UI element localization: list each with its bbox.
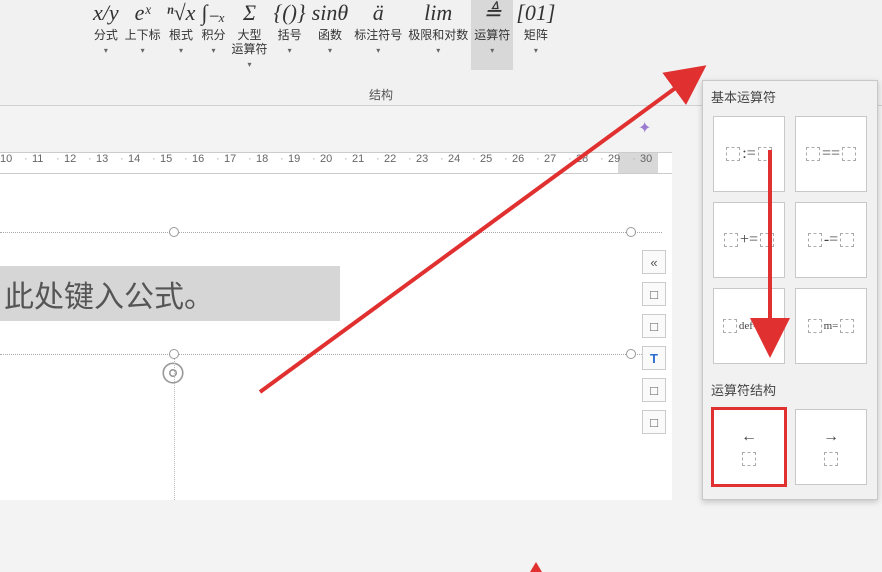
format-mini-button-3[interactable]: T bbox=[642, 346, 666, 370]
ribbon-group-8[interactable]: lim 极限和对数 ▾ bbox=[405, 0, 471, 70]
ribbon-group-9[interactable]: ≜ 运算符 ▾ bbox=[471, 0, 513, 70]
panel-section-basic-title: 基本运算符 bbox=[703, 81, 877, 110]
dropdown-caret-icon: ▾ bbox=[376, 46, 380, 55]
basic-operator-cell-1[interactable]: == bbox=[795, 116, 867, 192]
operator-structure-cell-1[interactable]: → bbox=[795, 409, 867, 485]
ribbon-symbol-icon: ä bbox=[373, 0, 384, 26]
basic-operator-grid: :===+=-=def=m= bbox=[703, 110, 877, 374]
format-mini-button-1[interactable]: □ bbox=[642, 282, 666, 306]
basic-operator-cell-3[interactable]: -= bbox=[795, 202, 867, 278]
ribbon-symbol-icon: eˣ bbox=[135, 0, 151, 26]
basic-operator-cell-5[interactable]: m= bbox=[795, 288, 867, 364]
ribbon-group-3[interactable]: ∫₋ₓ 积分 ▾ bbox=[198, 0, 228, 70]
dropdown-caret-icon: ▾ bbox=[104, 46, 108, 55]
arrow-left-icon: ← bbox=[741, 428, 757, 446]
equation-placeholder-box[interactable]: 此处键入公式。 bbox=[0, 266, 340, 321]
equation-placeholder-text: 此处键入公式。 bbox=[4, 272, 214, 316]
ribbon-group-label: 大型 运算符 bbox=[231, 28, 267, 56]
ribbon-group-7[interactable]: ä 标注符号 ▾ bbox=[351, 0, 405, 70]
selection-handle-bottom-right[interactable] bbox=[626, 349, 636, 359]
ribbon-symbol-icon: lim bbox=[424, 0, 452, 26]
selection-handle-top[interactable] bbox=[169, 227, 179, 237]
ribbon-section-label: 结构 bbox=[90, 86, 672, 103]
ribbon-group-0[interactable]: x/y 分式 ▾ bbox=[90, 0, 122, 70]
ribbon-group-label: 分式 bbox=[94, 28, 118, 42]
ribbon-group-1[interactable]: eˣ 上下标 ▾ bbox=[122, 0, 164, 70]
dropdown-caret-icon: ▾ bbox=[247, 60, 251, 69]
ribbon-symbol-icon: [01] bbox=[516, 0, 555, 26]
selection-handle-top-right[interactable] bbox=[626, 227, 636, 237]
textbox-top-edge bbox=[0, 232, 662, 233]
panel-section-struct-title: 运算符结构 bbox=[703, 374, 877, 403]
operator-dropdown-panel: 基本运算符 :===+=-=def=m= 运算符结构 ←→ bbox=[702, 80, 878, 500]
format-mini-button-2[interactable]: □ bbox=[642, 314, 666, 338]
dropdown-caret-icon: ▾ bbox=[288, 46, 292, 55]
ribbon-symbol-icon: ⁿ√x bbox=[167, 0, 196, 26]
basic-operator-cell-2[interactable]: += bbox=[713, 202, 785, 278]
operator-structure-cell-0[interactable]: ← bbox=[713, 409, 785, 485]
ribbon-group-10[interactable]: [01] 矩阵 ▾ bbox=[513, 0, 558, 70]
basic-operator-cell-4[interactable]: def= bbox=[713, 288, 785, 364]
ribbon-symbol-icon: x/y bbox=[93, 0, 119, 26]
ribbon-group-label: 上下标 bbox=[125, 28, 161, 42]
dropdown-caret-icon: ▾ bbox=[436, 46, 440, 55]
horizontal-ruler[interactable]: 1011121314151617181920212223242526272829… bbox=[0, 152, 672, 174]
textbox-bottom-edge bbox=[0, 354, 662, 355]
format-mini-button-5[interactable]: □ bbox=[642, 410, 666, 434]
arrow-right-icon: → bbox=[823, 428, 839, 446]
selection-handle-bottom[interactable] bbox=[169, 349, 179, 359]
floating-format-toolbar: « □ □ T □ □ bbox=[642, 250, 668, 434]
ruler-tick: 30 bbox=[640, 153, 672, 165]
ribbon-group-label: 矩阵 bbox=[524, 28, 548, 42]
ribbon-group-label: 积分 bbox=[201, 28, 225, 42]
ribbon-group-label: 根式 bbox=[169, 28, 193, 42]
slide-canvas[interactable]: 此处键入公式。 bbox=[0, 174, 672, 500]
ribbon-group-label: 运算符 bbox=[474, 28, 510, 42]
format-mini-button-4[interactable]: □ bbox=[642, 378, 666, 402]
ribbon-group-4[interactable]: Σ大型 运算符 ▾ bbox=[228, 0, 270, 70]
effects-star-icon[interactable]: ✦ bbox=[638, 118, 651, 138]
ribbon-group-label: 极限和对数 bbox=[408, 28, 468, 42]
ribbon-group-label: 函数 bbox=[318, 28, 342, 42]
ribbon-structure-groups: x/y分式▾eˣ上下标▾ⁿ√x根式▾∫₋ₓ积分▾Σ大型 运算符▾{()}括号▾s… bbox=[90, 0, 558, 70]
ribbon-symbol-icon: {()} bbox=[273, 0, 305, 26]
format-mini-button-0[interactable]: « bbox=[642, 250, 666, 274]
operator-structure-grid: ←→ bbox=[703, 403, 877, 495]
ribbon-group-label: 标注符号 bbox=[354, 28, 402, 42]
dropdown-caret-icon: ▾ bbox=[141, 46, 145, 55]
ribbon-group-2[interactable]: ⁿ√x 根式 ▾ bbox=[164, 0, 199, 70]
dropdown-caret-icon: ▾ bbox=[179, 46, 183, 55]
annotation-triangle-icon bbox=[530, 562, 542, 572]
ribbon-group-label: 括号 bbox=[278, 28, 302, 42]
ribbon-group-5[interactable]: {()} 括号 ▾ bbox=[270, 0, 308, 70]
ribbon-symbol-icon: sinθ bbox=[312, 0, 348, 26]
dropdown-caret-icon: ▾ bbox=[328, 46, 332, 55]
ribbon-symbol-icon: ∫₋ₓ bbox=[202, 0, 226, 26]
rotation-handle-icon[interactable] bbox=[160, 360, 186, 386]
ribbon-group-6[interactable]: sinθ 函数 ▾ bbox=[309, 0, 351, 70]
ribbon-symbol-icon: Σ bbox=[243, 0, 256, 26]
dropdown-caret-icon: ▾ bbox=[211, 46, 215, 55]
basic-operator-cell-0[interactable]: := bbox=[713, 116, 785, 192]
dropdown-caret-icon: ▾ bbox=[490, 46, 494, 55]
dropdown-caret-icon: ▾ bbox=[534, 46, 538, 55]
vertical-guide bbox=[174, 354, 175, 500]
ribbon-symbol-icon: ≜ bbox=[483, 0, 501, 26]
